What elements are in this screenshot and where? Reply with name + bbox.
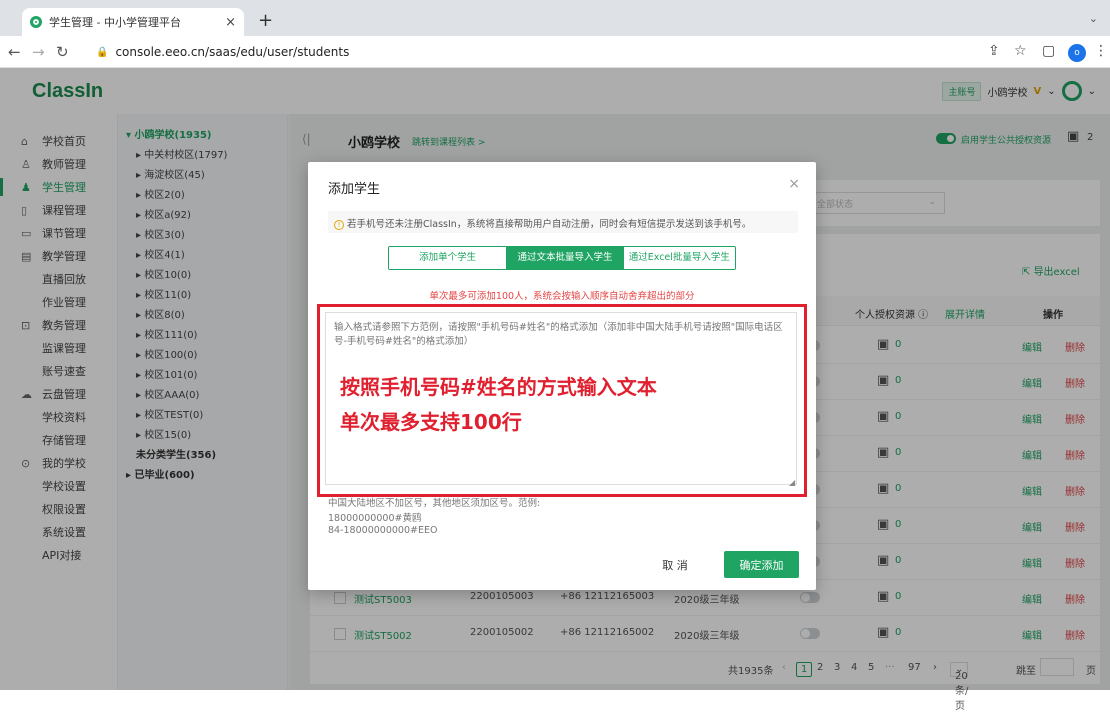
browser-tab[interactable]: 学生管理 - 中小学管理平台 × [22,8,244,36]
add-student-dialog: 添加学生 × ! 若手机号还未注册ClassIn，系统将直接帮助用户自动注册，同时… [308,162,816,590]
format-example-2: 84-18000000000#EEO [328,525,438,536]
address-bar: ← → ↻ 🔒 console.eeo.cn/saas/edu/user/stu… [0,36,1110,68]
annotation-highlight-box [317,304,807,497]
register-notice: ! 若手机号还未注册ClassIn，系统将直接帮助用户自动注册，同时会有短信提示发… [328,211,798,233]
forward-icon[interactable]: → [32,43,45,61]
browser-menu-icon[interactable]: ⋮ [1094,43,1108,59]
url-text: console.eeo.cn/saas/edu/user/students [115,45,350,59]
close-icon[interactable]: × [788,176,800,192]
tab-import-excel[interactable]: 通过Excel批量导入学生 [623,247,735,269]
back-icon[interactable]: ← [8,43,21,61]
confirm-add-button[interactable]: 确定添加 [724,551,799,578]
tab-close-icon[interactable]: × [225,15,236,30]
share-icon[interactable]: ⇪ [988,43,1000,59]
dialog-title: 添加学生 [328,182,381,197]
format-hint: 中国大陆地区不加区号，其他地区须加区号。范例: [328,498,541,509]
favicon-icon [30,16,42,28]
lock-icon: 🔒 [96,46,109,58]
url-field[interactable]: 🔒 console.eeo.cn/saas/edu/user/students [96,41,1026,63]
register-notice-text: 若手机号还未注册ClassIn，系统将直接帮助用户自动注册，同时会有短信提示发送… [347,219,752,230]
tab-import-text[interactable]: 通过文本批量导入学生 [506,247,624,269]
annotation-text-1: 按照手机号码#姓名的方式输入文本 [340,375,657,399]
limit-note: 单次最多可添加100人，系统会按输入顺序自动舍弃超出的部分 [429,291,695,302]
window-icon[interactable]: ▢ [1042,43,1055,59]
browser-tab-bar: 学生管理 - 中小学管理平台 × + ⌄ [0,0,1110,36]
tab-title: 学生管理 - 中小学管理平台 [49,16,181,29]
warning-icon: ! [334,220,344,230]
format-example-1: 18000000000#黄鸥 [328,513,422,524]
tab-menu-chevron-icon[interactable]: ⌄ [1089,12,1098,25]
cancel-button[interactable]: 取 消 [645,552,705,578]
tab-add-single[interactable]: 添加单个学生 [389,247,507,269]
reload-icon[interactable]: ↻ [56,43,69,61]
bookmark-star-icon[interactable]: ☆ [1014,43,1027,59]
import-mode-tabs: 添加单个学生 通过文本批量导入学生 通过Excel批量导入学生 [388,246,736,270]
annotation-text-2: 单次最多支持100行 [340,410,522,434]
new-tab-icon[interactable]: + [258,10,273,31]
profile-avatar[interactable]: o [1068,44,1086,62]
